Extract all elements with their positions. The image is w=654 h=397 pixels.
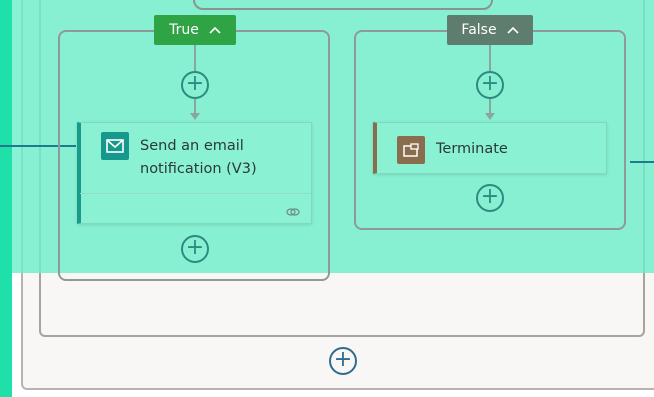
- link-icon: [286, 202, 300, 216]
- flow-line: [489, 99, 491, 113]
- left-accent-strip: [0, 0, 12, 397]
- add-step-button[interactable]: +: [181, 235, 209, 263]
- false-branch-header[interactable]: False: [447, 15, 533, 45]
- add-step-button[interactable]: +: [181, 71, 209, 99]
- terminate-icon: [397, 136, 425, 164]
- add-step-button[interactable]: +: [329, 347, 357, 375]
- chevron-up-icon[interactable]: [209, 24, 221, 37]
- add-step-button[interactable]: +: [476, 184, 504, 212]
- flow-line: [489, 45, 491, 71]
- flow-arrow-icon: [485, 113, 495, 120]
- false-branch-label: False: [461, 22, 497, 38]
- true-branch-header[interactable]: True: [154, 15, 236, 45]
- send-email-action-title[interactable]: Send an email notification (V3): [140, 135, 305, 181]
- true-branch-label: True: [169, 22, 199, 38]
- outgoing-connector-line: [630, 161, 654, 163]
- flow-line: [194, 99, 196, 113]
- condition-branch-arc: [193, 0, 493, 10]
- add-step-button[interactable]: +: [476, 71, 504, 99]
- chevron-up-icon[interactable]: [507, 24, 519, 37]
- flow-line: [194, 45, 196, 71]
- flow-arrow-icon: [190, 113, 200, 120]
- terminate-action-title[interactable]: Terminate: [436, 138, 586, 161]
- mail-icon: [101, 132, 129, 160]
- card-divider: [80, 193, 311, 194]
